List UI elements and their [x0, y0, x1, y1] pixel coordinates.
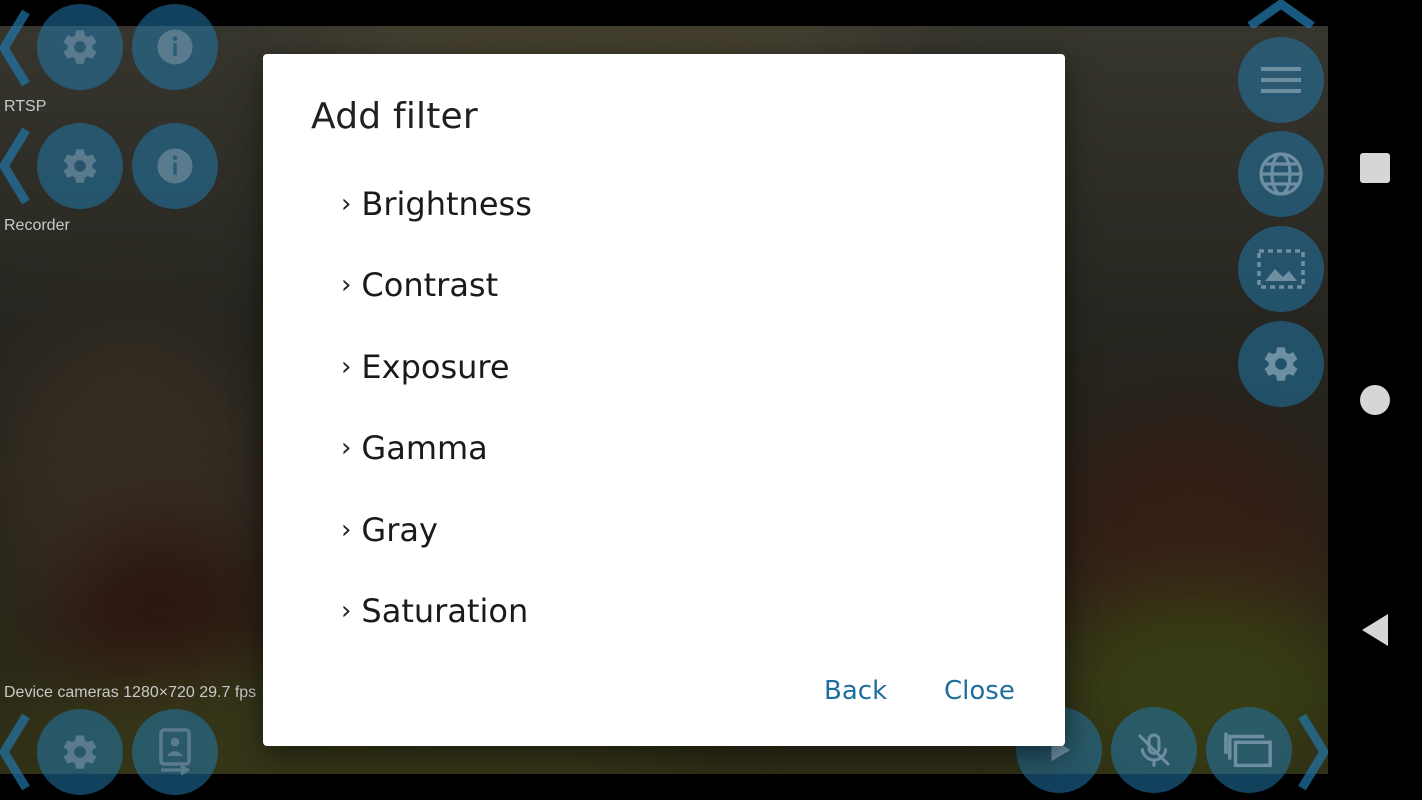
menu-icon — [1261, 67, 1301, 93]
overlay-button[interactable] — [1238, 226, 1324, 312]
camera-switch-icon — [159, 728, 191, 776]
gear-icon — [63, 149, 97, 183]
settings-button[interactable] — [1238, 321, 1324, 407]
back-dialog-button[interactable]: Back — [820, 670, 891, 712]
stream-button[interactable] — [1238, 131, 1324, 217]
gear-icon — [63, 30, 97, 64]
home-button[interactable] — [1328, 370, 1422, 430]
image-frame-icon — [1257, 249, 1305, 289]
dialog-title: Add filter — [311, 96, 478, 137]
rtsp-settings-button[interactable] — [37, 4, 123, 90]
system-navigation-bar — [1328, 0, 1422, 800]
info-icon — [157, 148, 193, 184]
add-filter-dialog: Add filter › Brightness › Contrast › Exp… — [263, 54, 1065, 746]
recorder-info-button[interactable] — [132, 123, 218, 209]
chevron-right-icon: › — [341, 189, 352, 219]
filter-item-label: Saturation — [361, 592, 529, 630]
gear-icon — [1264, 347, 1298, 381]
layers-icon — [1224, 732, 1272, 768]
filter-item-gamma[interactable]: › Gamma — [341, 418, 488, 478]
mic-off-icon — [1137, 733, 1171, 767]
filter-item-saturation[interactable]: › Saturation — [341, 581, 528, 641]
chevron-left-icon[interactable] — [0, 126, 30, 206]
filter-item-label: Gray — [361, 511, 438, 549]
home-circle-icon — [1360, 385, 1390, 415]
chevron-right-icon: › — [341, 596, 352, 626]
back-button[interactable] — [1328, 600, 1422, 660]
chevron-left-icon[interactable] — [0, 8, 30, 88]
gear-icon — [63, 735, 97, 769]
filter-item-gray[interactable]: › Gray — [341, 500, 438, 560]
switch-camera-button[interactable] — [132, 709, 218, 795]
filter-item-brightness[interactable]: › Brightness — [341, 174, 532, 234]
filter-item-label: Contrast — [361, 266, 499, 304]
chevron-right-icon: › — [341, 515, 352, 545]
chevron-right-icon: › — [341, 433, 352, 463]
chevron-right-icon[interactable] — [1298, 712, 1328, 792]
rtsp-info-button[interactable] — [132, 4, 218, 90]
recorder-settings-button[interactable] — [37, 123, 123, 209]
recorder-label: Recorder — [4, 217, 70, 234]
chevron-right-icon: › — [341, 270, 352, 300]
mute-button[interactable] — [1111, 707, 1197, 793]
close-dialog-button[interactable]: Close — [940, 670, 1019, 712]
info-icon — [157, 29, 193, 65]
menu-button[interactable] — [1238, 37, 1324, 123]
back-triangle-icon — [1362, 614, 1388, 646]
filter-item-label: Brightness — [361, 185, 532, 223]
rtsp-label: RTSP — [4, 98, 47, 115]
layers-button[interactable] — [1206, 707, 1292, 793]
camera-status-text: Device cameras 1280×720 29.7 fps — [4, 684, 257, 701]
chevron-left-icon[interactable] — [0, 712, 30, 792]
recents-square-icon — [1360, 153, 1390, 183]
chevron-up-icon[interactable] — [1246, 0, 1316, 28]
camera-settings-button[interactable] — [37, 709, 123, 795]
recents-button[interactable] — [1328, 138, 1422, 198]
filter-item-exposure[interactable]: › Exposure — [341, 337, 510, 397]
filter-item-label: Gamma — [361, 429, 488, 467]
filter-item-label: Exposure — [361, 348, 510, 386]
chevron-right-icon: › — [341, 352, 352, 382]
filter-item-contrast[interactable]: › Contrast — [341, 255, 498, 315]
globe-icon — [1259, 152, 1303, 196]
